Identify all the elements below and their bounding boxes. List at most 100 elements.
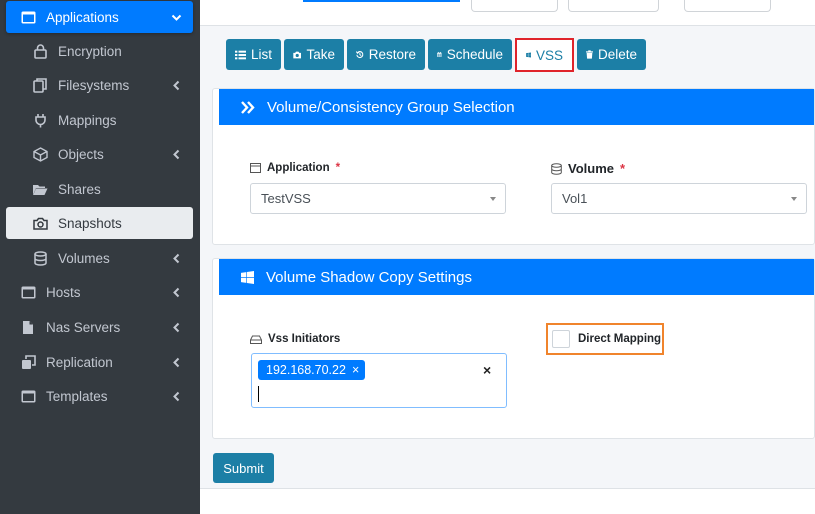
sidebar-item-encryption[interactable]: Encryption (6, 35, 193, 67)
sidebar-item-label: Mappings (58, 112, 117, 128)
vss-settings-card: Volume Shadow Copy Settings Vss Initiato… (212, 258, 815, 439)
sidebar: Applications Encryption Filesystems Mapp… (0, 0, 200, 514)
server-icon (18, 286, 38, 299)
text-cursor (258, 386, 259, 402)
tab-delete[interactable]: Delete (577, 39, 646, 70)
vss-initiators-label: Vss Initiators (250, 333, 340, 345)
volume-select-value: Vol1 (562, 191, 588, 206)
sidebar-item-label: Objects (58, 146, 104, 162)
tab-label: Delete (597, 47, 637, 62)
sidebar-item-label: Encryption (58, 43, 122, 59)
required-mark: * (620, 161, 626, 176)
sidebar-item-label: Templates (46, 388, 108, 404)
chevron-left-icon (169, 285, 183, 299)
initiator-chip-text: 192.168.70.22 (266, 363, 346, 377)
tab-label: VSS (535, 47, 563, 63)
direct-mapping-label: Direct Mapping (578, 333, 662, 345)
sidebar-item-shares[interactable]: Shares (6, 173, 193, 205)
sidebar-item-label: Replication (46, 354, 113, 370)
top-button-cropped[interactable] (568, 0, 659, 12)
application-label-text: Application (267, 162, 330, 174)
vss-settings-header: Volume Shadow Copy Settings (219, 259, 814, 295)
tab-schedule[interactable]: Schedule (428, 39, 512, 70)
sidebar-item-label: Nas Servers (46, 319, 121, 335)
volume-selection-header: Volume/Consistency Group Selection (219, 89, 814, 125)
window-icon (18, 390, 38, 403)
clone-icon (18, 354, 38, 370)
tab-label: List (250, 47, 272, 62)
application-select-value: TestVSS (261, 191, 311, 206)
copy-icon (30, 77, 50, 93)
sidebar-item-volumes[interactable]: Volumes (6, 242, 193, 274)
database-icon (551, 162, 562, 175)
chevron-left-icon (169, 389, 183, 403)
history-icon (356, 51, 364, 59)
sidebar-item-objects[interactable]: Objects (6, 138, 193, 170)
chevron-left-icon (169, 320, 183, 334)
submit-button[interactable]: Submit (213, 453, 274, 483)
caret-down-icon (791, 197, 797, 201)
sidebar-item-label: Applications (46, 9, 119, 25)
chevron-left-icon (169, 147, 183, 161)
sidebar-item-filesystems[interactable]: Filesystems (6, 69, 193, 101)
sidebar-item-mappings[interactable]: Mappings (6, 104, 193, 136)
volume-select[interactable]: Vol1 (551, 183, 807, 214)
volume-label: Volume * (551, 161, 625, 176)
initiator-chip[interactable]: 192.168.70.22 × (258, 360, 366, 380)
chevron-left-icon (169, 355, 183, 369)
lock-icon (30, 43, 50, 59)
sidebar-item-replication[interactable]: Replication (6, 346, 193, 378)
sidebar-item-snapshots[interactable]: Snapshots (6, 207, 193, 239)
plug-icon (30, 113, 50, 128)
hdd-icon (250, 335, 262, 344)
calendar-icon (437, 51, 442, 57)
folder-open-icon (30, 183, 50, 196)
clear-all-icon[interactable]: × (483, 362, 491, 378)
camera-icon (293, 51, 302, 58)
tab-restore[interactable]: Restore (347, 39, 425, 70)
windows-icon (526, 52, 531, 58)
top-progress-bar (303, 0, 460, 2)
sidebar-item-label: Snapshots (58, 215, 122, 231)
sidebar-item-templates[interactable]: Templates (6, 380, 193, 412)
card-title: Volume/Consistency Group Selection (267, 98, 515, 116)
window-icon (18, 11, 38, 24)
direct-mapping-checkbox[interactable] (552, 330, 570, 348)
volume-label-text: Volume (568, 161, 614, 176)
cube-icon (30, 146, 50, 162)
sidebar-item-nas-servers[interactable]: Nas Servers (6, 311, 193, 343)
angle-double-right-icon (241, 100, 255, 114)
tab-vss[interactable]: VSS (515, 38, 574, 72)
tab-list[interactable]: List (226, 39, 281, 70)
application-select[interactable]: TestVSS (250, 183, 506, 214)
sidebar-item-label: Shares (58, 181, 101, 197)
tab-label: Restore (368, 47, 416, 62)
chip-remove-icon[interactable]: × (352, 363, 359, 377)
windows-icon (241, 270, 254, 284)
tab-take[interactable]: Take (284, 39, 344, 70)
chevron-down-icon (169, 10, 183, 24)
sidebar-item-label: Volumes (58, 250, 110, 266)
card-title: Volume Shadow Copy Settings (266, 268, 472, 286)
window-icon (250, 163, 261, 173)
footer (200, 488, 815, 514)
tab-label: Schedule (446, 47, 503, 62)
trash-icon (586, 50, 593, 59)
sidebar-item-applications[interactable]: Applications (6, 1, 193, 33)
top-button-cropped[interactable] (684, 0, 771, 12)
camera-icon (30, 217, 50, 230)
vss-initiators-input[interactable]: 192.168.70.22 × × (251, 353, 507, 408)
sidebar-item-label: Filesystems (58, 77, 130, 93)
application-label: Application * (250, 162, 340, 174)
volume-selection-card: Volume/Consistency Group Selection Appli… (212, 88, 815, 245)
tab-label: Take (306, 47, 335, 62)
top-strip (200, 0, 815, 26)
top-button-cropped[interactable] (471, 0, 558, 12)
file-icon (18, 320, 38, 335)
required-mark: * (335, 162, 341, 174)
sidebar-item-hosts[interactable]: Hosts (6, 276, 193, 308)
chevron-left-icon (169, 78, 183, 92)
sidebar-item-label: Hosts (46, 284, 81, 300)
caret-down-icon (490, 197, 496, 201)
list-icon (235, 50, 246, 59)
